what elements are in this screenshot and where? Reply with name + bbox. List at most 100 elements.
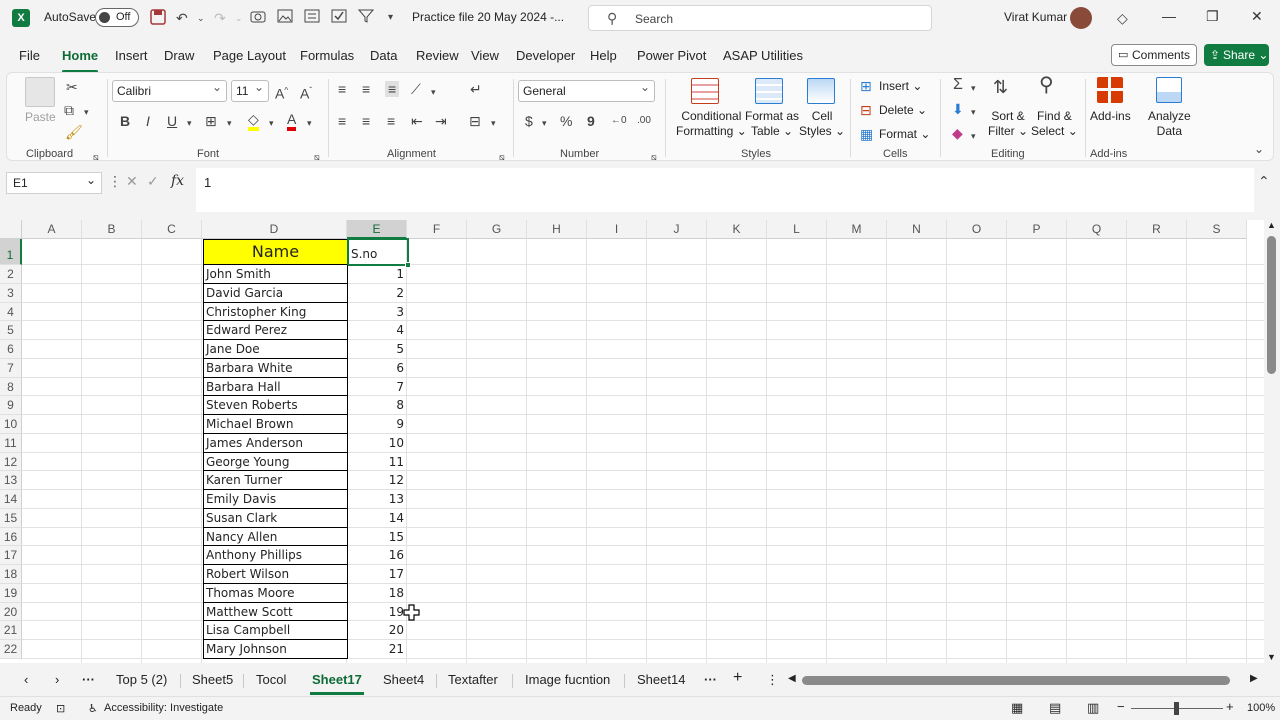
row-header[interactable]: 19: [0, 583, 22, 603]
row-header[interactable]: 15: [0, 508, 22, 528]
name-cell[interactable]: Edward Perez: [203, 321, 348, 340]
row-header[interactable]: 14: [0, 490, 22, 509]
column-header[interactable]: A: [22, 220, 82, 239]
borders-icon[interactable]: ⊞: [205, 113, 217, 129]
name-cell[interactable]: Mary Johnson: [203, 640, 348, 659]
name-cell[interactable]: Steven Roberts: [203, 396, 348, 415]
menu-data[interactable]: Data: [370, 48, 397, 63]
column-header[interactable]: K: [707, 220, 767, 239]
zoom-in-icon[interactable]: +: [1226, 699, 1234, 714]
undo-dropdown-icon[interactable]: ⌄: [197, 9, 205, 27]
name-cell[interactable]: Barbara White: [203, 358, 348, 378]
cell-styles-icon[interactable]: [807, 78, 835, 104]
sno-cell[interactable]: 2: [348, 284, 408, 303]
tab-sheet14[interactable]: Sheet14: [637, 672, 685, 687]
sno-cell[interactable]: 17: [348, 565, 408, 584]
column-header[interactable]: F: [407, 220, 467, 239]
addins-icon[interactable]: [1097, 77, 1123, 103]
tab-sheet5[interactable]: Sheet5: [192, 672, 233, 687]
increase-font-icon[interactable]: A^: [275, 83, 288, 102]
delete-cells-button[interactable]: Delete ⌄: [879, 103, 927, 118]
name-cell[interactable]: Christopher King: [203, 302, 348, 322]
picture-icon[interactable]: [277, 9, 293, 27]
align-left-icon[interactable]: ≡: [338, 113, 346, 129]
format-as-table-label[interactable]: Format as Table ⌄: [745, 109, 799, 139]
borders-dropdown-icon[interactable]: ▾: [227, 115, 232, 131]
addins-label[interactable]: Add-ins: [1090, 109, 1131, 124]
align-top-icon[interactable]: ≡: [338, 81, 346, 97]
menu-power-pivot[interactable]: Power Pivot: [637, 48, 706, 63]
row-header[interactable]: 6: [0, 340, 22, 359]
more-sheets-left-icon[interactable]: ···: [82, 672, 95, 687]
font-size-select[interactable]: 11: [231, 77, 269, 102]
minimize-icon[interactable]: —: [1162, 8, 1176, 24]
fill-dropdown-icon[interactable]: ▾: [971, 104, 976, 120]
analyze-data-label[interactable]: Analyze Data: [1148, 109, 1191, 139]
decrease-decimal-icon[interactable]: .00: [637, 113, 651, 129]
name-cell[interactable]: Emily Davis: [203, 490, 348, 509]
increase-decimal-icon[interactable]: ←0: [611, 113, 627, 129]
accessibility-icon[interactable]: ♿: [88, 702, 98, 715]
row-header[interactable]: 4: [0, 302, 22, 322]
row-header[interactable]: 16: [0, 527, 22, 547]
name-cell[interactable]: Barbara Hall: [203, 377, 348, 397]
name-box-dropdown-icon[interactable]: ⌄: [86, 170, 96, 190]
align-middle-icon[interactable]: ≡: [362, 81, 370, 97]
increase-indent-icon[interactable]: ⇥: [435, 113, 447, 129]
name-cell[interactable]: Lisa Campbell: [203, 621, 348, 640]
insert-function-icon[interactable]: fx: [171, 173, 184, 189]
camera-icon[interactable]: [250, 9, 266, 27]
scroll-left-icon[interactable]: ◀: [788, 673, 796, 684]
column-header[interactable]: M: [827, 220, 887, 239]
column-header[interactable]: S: [1187, 220, 1247, 239]
column-header[interactable]: R: [1127, 220, 1187, 239]
horizontal-scroll-thumb[interactable]: [802, 676, 1230, 685]
restore-icon[interactable]: ❐: [1206, 8, 1219, 25]
alignment-launcher-icon[interactable]: ⧅: [499, 149, 505, 165]
cancel-entry-icon[interactable]: ✕: [126, 173, 138, 190]
sno-cell[interactable]: 12: [348, 471, 408, 490]
sno-cell[interactable]: 9: [348, 415, 408, 434]
collapse-ribbon-icon[interactable]: ⌄: [1254, 141, 1264, 157]
menu-help[interactable]: Help: [590, 48, 617, 63]
column-header[interactable]: B: [82, 220, 142, 239]
page-layout-view-icon[interactable]: ▤: [1049, 700, 1061, 716]
currency-icon[interactable]: $: [525, 113, 533, 129]
zoom-level[interactable]: 100%: [1247, 702, 1275, 714]
percent-icon[interactable]: %: [560, 113, 572, 129]
decrease-font-icon[interactable]: Aˇ: [300, 83, 312, 102]
name-cell[interactable]: Michael Brown: [203, 415, 348, 434]
orientation-icon[interactable]: ⟋: [411, 81, 421, 97]
row-header[interactable]: 8: [0, 377, 22, 397]
sno-cell[interactable]: 19: [348, 603, 408, 622]
column-header[interactable]: G: [467, 220, 527, 239]
select-all-corner[interactable]: [0, 220, 22, 239]
row-header[interactable]: 11: [0, 433, 22, 453]
row-header[interactable]: 10: [0, 415, 22, 434]
menu-review[interactable]: Review: [416, 48, 459, 63]
sno-cell[interactable]: 13: [348, 490, 408, 509]
sno-cell[interactable]: 4: [348, 321, 408, 340]
row-header[interactable]: 20: [0, 602, 22, 622]
font-launcher-icon[interactable]: ⧅: [314, 149, 320, 165]
scroll-down-icon[interactable]: ▼: [1267, 652, 1276, 662]
share-button[interactable]: ⇪ Share ⌄: [1204, 44, 1269, 66]
sno-cell[interactable]: 21: [348, 640, 408, 659]
clear-icon[interactable]: ◆: [952, 125, 963, 141]
column-header[interactable]: O: [947, 220, 1007, 239]
format-cells-icon[interactable]: ▦: [860, 126, 873, 142]
autosum-dropdown-icon[interactable]: ▾: [971, 80, 976, 96]
more-options-icon[interactable]: ⋮: [108, 173, 122, 190]
menu-file[interactable]: File: [19, 48, 40, 63]
zoom-out-icon[interactable]: −: [1117, 699, 1125, 714]
clear-dropdown-icon[interactable]: ▾: [971, 128, 976, 144]
cell-styles-label[interactable]: Cell Styles ⌄: [799, 109, 845, 139]
format-cells-button[interactable]: Format ⌄: [879, 127, 930, 142]
save-icon[interactable]: [150, 9, 166, 29]
tab-image-fucntion[interactable]: Image fucntion: [525, 672, 610, 687]
name-cell[interactable]: Robert Wilson: [203, 565, 348, 584]
name-cell[interactable]: James Anderson: [203, 433, 348, 453]
cell-d1-name-header[interactable]: Name: [203, 239, 348, 265]
align-bottom-icon[interactable]: ≡: [385, 81, 400, 97]
menu-home[interactable]: Home: [62, 48, 99, 73]
